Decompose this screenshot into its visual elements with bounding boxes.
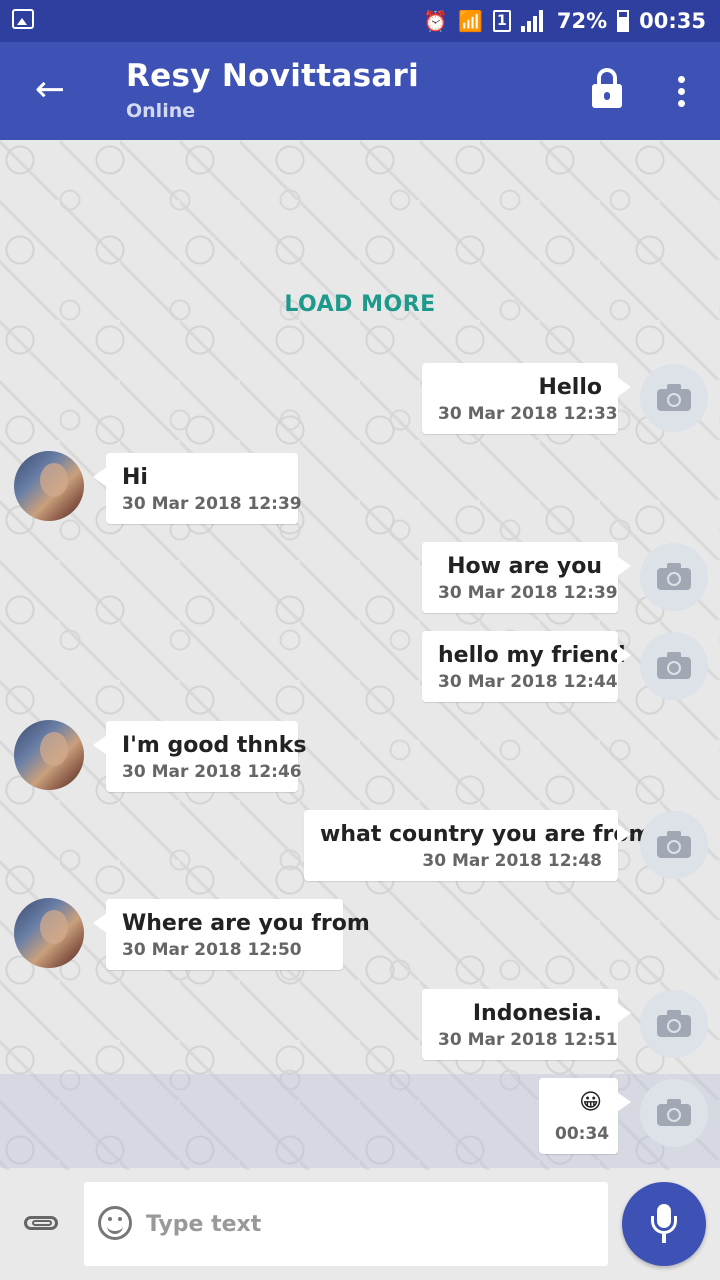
message-text: Hello (538, 375, 602, 400)
message-text: Where are you from (122, 911, 370, 936)
message-bubble-outgoing[interactable]: Hello 30 Mar 2018 12:33 (422, 363, 631, 434)
message-bubble-incoming[interactable]: Where are you from 30 Mar 2018 12:50 (93, 899, 370, 970)
message-bubble-outgoing[interactable]: How are you 30 Mar 2018 12:39 (422, 542, 631, 613)
message-input-container[interactable] (84, 1182, 608, 1266)
avatar[interactable] (14, 451, 84, 521)
camera-icon[interactable] (640, 811, 708, 879)
camera-icon[interactable] (640, 364, 708, 432)
sim-indicator: 1 (492, 10, 511, 32)
message-text: Indonesia. (472, 1001, 602, 1026)
image-notification-icon (12, 9, 34, 29)
message-text: I'm good thnks (122, 733, 307, 758)
message-time: 30 Mar 2018 12:50 (122, 940, 302, 960)
contact-name[interactable]: Resy Novittasari (126, 58, 419, 94)
wifi-icon: 📶 (457, 9, 483, 33)
message-bubble-outgoing[interactable]: Indonesia. 30 Mar 2018 12:51 (422, 989, 631, 1060)
battery-percent: 72% (556, 9, 608, 33)
message-time: 00:34 (555, 1124, 610, 1144)
attach-icon[interactable] (24, 1210, 60, 1234)
message-bubble-incoming[interactable]: I'm good thnks 30 Mar 2018 12:46 (93, 721, 307, 792)
back-arrow-icon[interactable]: ← (30, 70, 70, 110)
status-bar: ⏰ 📶 1 72% 00:35 (0, 0, 720, 42)
message-bubble-outgoing[interactable]: what country you are from 30 Mar 2018 12… (304, 810, 652, 881)
emoji-icon[interactable] (98, 1206, 132, 1240)
message-bubble-outgoing[interactable]: 😀 00:34 (539, 1078, 631, 1154)
message-time: 30 Mar 2018 12:39 (122, 494, 302, 514)
message-text: 😀 (579, 1090, 602, 1115)
avatar[interactable] (14, 898, 84, 968)
message-time: 30 Mar 2018 12:48 (422, 851, 602, 871)
contact-status: Online (126, 100, 196, 122)
message-text: hello my friend (438, 643, 626, 668)
alarm-icon: ⏰ (423, 9, 448, 33)
lock-icon[interactable] (590, 68, 626, 112)
message-text: How are you (447, 554, 602, 579)
clock-time: 00:35 (639, 9, 706, 33)
avatar[interactable] (14, 720, 84, 790)
more-vert-icon[interactable] (672, 76, 692, 108)
battery-icon (617, 10, 630, 32)
message-input[interactable] (146, 1202, 586, 1246)
app-bar: ← Resy Novittasari Online (0, 42, 720, 140)
status-bar-right: ⏰ 📶 1 72% 00:35 (423, 6, 706, 36)
message-time: 30 Mar 2018 12:46 (122, 762, 302, 782)
camera-icon[interactable] (640, 543, 708, 611)
message-bubble-outgoing[interactable]: hello my friend 30 Mar 2018 12:44 (422, 631, 631, 702)
chat-area[interactable]: LOAD MORE Hello 30 Mar 2018 12:33 Hi 30 … (0, 140, 720, 1170)
message-time: 30 Mar 2018 12:51 (438, 1030, 618, 1050)
message-time: 30 Mar 2018 12:39 (438, 583, 618, 603)
load-more-button[interactable]: LOAD MORE (0, 292, 720, 317)
camera-icon[interactable] (640, 1079, 708, 1147)
camera-icon[interactable] (640, 990, 708, 1058)
mic-icon[interactable] (622, 1182, 706, 1266)
signal-icon (520, 10, 547, 32)
message-text: what country you are from (320, 822, 652, 847)
camera-icon[interactable] (640, 632, 708, 700)
message-input-bar (0, 1170, 720, 1280)
message-time: 30 Mar 2018 12:33 (438, 404, 618, 424)
message-text: Hi (122, 465, 148, 490)
message-bubble-incoming[interactable]: Hi 30 Mar 2018 12:39 (93, 453, 302, 524)
message-time: 30 Mar 2018 12:44 (438, 672, 618, 692)
